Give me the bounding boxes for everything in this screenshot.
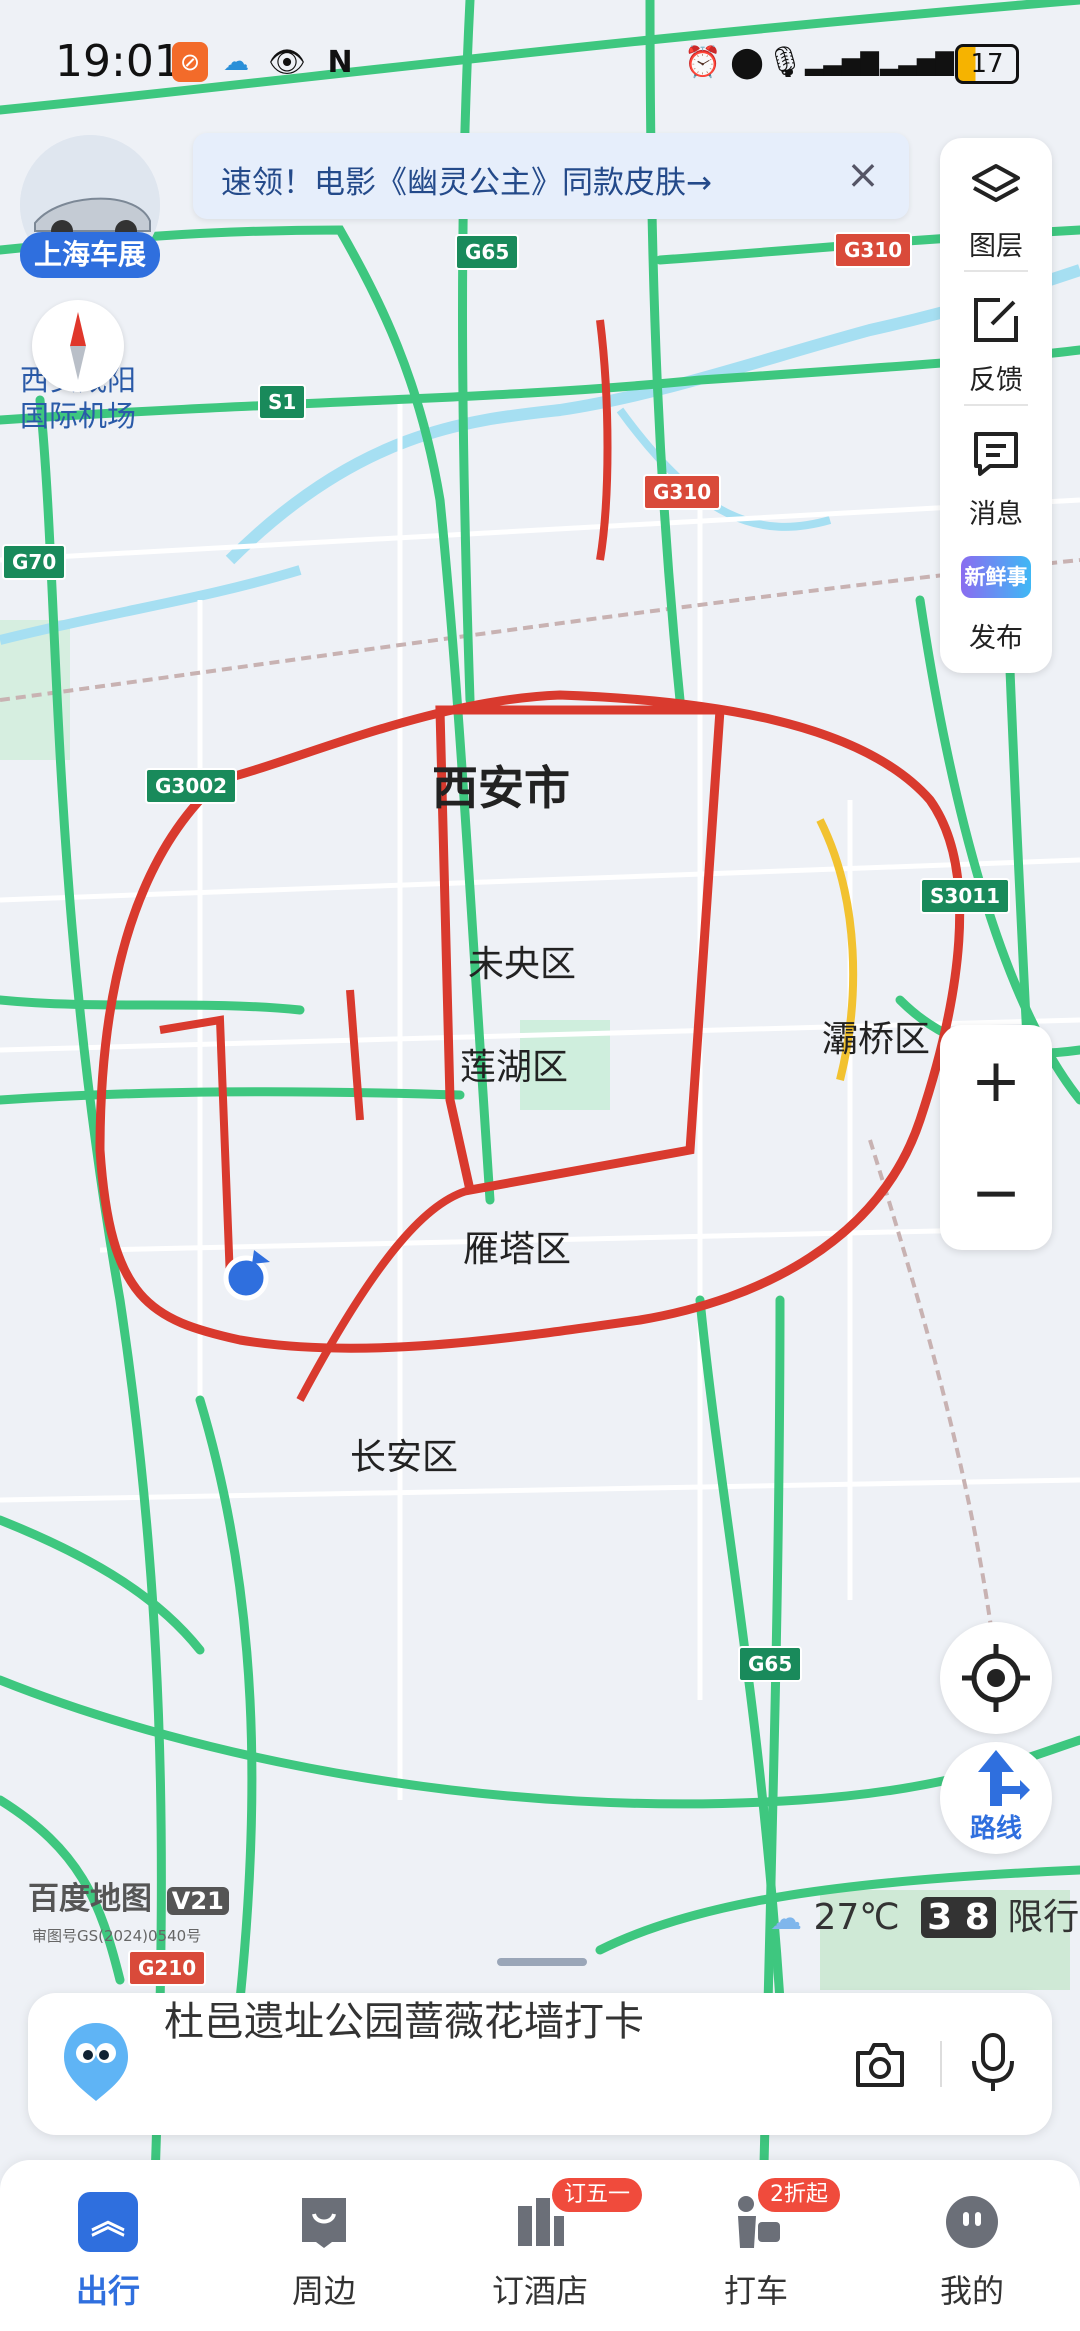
tab-profile[interactable]: 我的 [864,2160,1080,2331]
highway-shield: G210 [128,1950,207,1986]
highway-shield: G65 [738,1646,803,1682]
route-arrow-icon [978,1750,1030,1806]
car-show-label[interactable]: 上海车展 [20,232,160,278]
microphone-icon[interactable] [968,2031,1018,2095]
cloud-icon: ☁ [770,1899,802,1937]
tab-label: 周边 [291,2272,356,2310]
feedback-label: 反馈 [969,365,1023,396]
publish-button[interactable]: 新鲜事 发布 [940,538,1052,658]
layers-button[interactable]: 图层 [940,146,1052,266]
badge: 订五一 [552,2178,643,2212]
baidu-map-logo: 百度地图 V21 [28,1873,229,1918]
nfc-icon: N [327,44,353,80]
tab-label: 订酒店 [491,2272,588,2310]
signal-icon: ▂▃▅▇ [805,48,879,76]
message-icon [974,432,1018,476]
tab-taxi[interactable]: 2折起 打车 [648,2160,864,2331]
promo-banner-text[interactable]: 速领！电影《幽灵公主》同款皮肤→ [221,157,712,202]
highway-shield: G65 [455,234,520,270]
search-suggestion[interactable]: 杜邑遗址公园蔷薇花墙打卡 [164,1989,644,2047]
profile-icon [946,2196,998,2248]
district-label[interactable]: 灞桥区 [822,1010,930,1062]
map-toolbar: 图层 反馈 消息 新鲜事 发布 [940,138,1052,673]
district-label[interactable]: 莲湖区 [460,1038,568,1090]
locate-button[interactable] [940,1622,1052,1734]
location-icon: ⬤ [730,44,764,80]
zoom-in-button[interactable]: + [940,1025,1052,1137]
highway-shield: S3011 [920,878,1011,914]
mic-icon: 🎙 [765,44,805,80]
clock: 19:01 [55,36,182,87]
mascot-icon [64,2023,128,2101]
compass-icon[interactable] [32,300,124,392]
battery-icon: 17 [955,44,1019,84]
zoom-control: + − [940,1025,1052,1250]
nearby-icon [302,2198,346,2248]
city-label[interactable]: 西安市 [432,752,570,818]
map-approval-number: 审图号GS(2024)0540号 [32,1927,202,1945]
highway-shield: S1 [258,384,307,420]
close-icon[interactable]: × [839,151,887,199]
district-label[interactable]: 未央区 [468,935,576,987]
route-button[interactable]: 路线 [940,1742,1052,1854]
layers-label: 图层 [969,231,1023,262]
publish-icon: 新鲜事 [961,556,1031,598]
highway-shield: G70 [2,544,67,580]
drag-handle[interactable] [497,1958,587,1966]
route-label: 路线 [969,1814,1022,1844]
feedback-icon [974,298,1018,342]
camera-icon[interactable] [852,2037,908,2093]
eye-icon: 👁 [267,44,307,80]
cloud-icon: ☁ [223,47,249,77]
district-label[interactable]: 长安区 [350,1428,458,1480]
logo-version: V21 [166,1887,229,1915]
app-notification-icon: ⊘ [172,42,208,82]
highway-shield: G310 [643,474,722,510]
alarm-icon: ⏰ [684,44,722,80]
highway-shield: G310 [834,232,913,268]
promo-banner[interactable]: 速领！电影《幽灵公主》同款皮肤→ × [193,133,909,219]
signal-icon: ▂▃▅▇ [880,48,954,76]
district-label[interactable]: 雁塔区 [463,1220,571,1272]
feedback-button[interactable]: 反馈 [940,280,1052,400]
message-button[interactable]: 消息 [940,414,1052,534]
tab-label: 打车 [723,2272,788,2310]
temperature: 27℃ [813,1897,900,1938]
travel-icon: ︽ [78,2192,138,2252]
tab-hotel[interactable]: 订五一 订酒店 [432,2160,648,2331]
restriction-numbers: 3 8 [921,1897,996,1938]
bottom-tab-bar: ︽ 出行 周边 订五一 订酒店 2折起 打车 我的 [0,2160,1080,2331]
tab-nearby[interactable]: 周边 [216,2160,432,2331]
badge: 2折起 [758,2178,840,2212]
weather-widget[interactable]: ☁ 27℃ 3 8 限行 [770,1888,1079,1940]
publish-label: 发布 [969,623,1023,654]
tab-label: 我的 [939,2272,1004,2310]
restriction-label: 限行 [1007,1897,1080,1938]
status-bar: 19:01 ⊘ ☁ 👁 N ⏰ ⬤ 🎙 ▂▃▅▇ ▂▃▅▇ 17 [0,0,1080,120]
layers-icon [972,164,1020,202]
tab-travel[interactable]: ︽ 出行 [0,2160,216,2331]
tab-label: 出行 [75,2272,140,2310]
crosshair-icon [962,1644,1030,1712]
search-card[interactable]: 杜邑遗址公园蔷薇花墙打卡 [28,1993,1052,2135]
message-label: 消息 [969,499,1023,530]
logo-text: 百度地图 [28,1881,152,1917]
highway-shield: G3002 [145,768,238,804]
zoom-out-button[interactable]: − [940,1137,1052,1249]
